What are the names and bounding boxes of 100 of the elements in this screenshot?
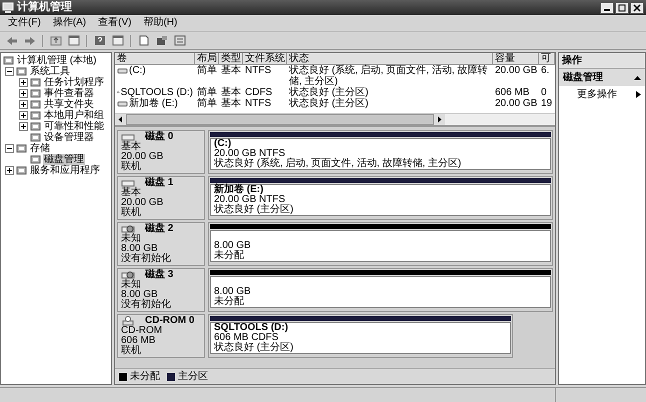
disk-size: 20.00 GB xyxy=(121,198,164,208)
help-button[interactable] xyxy=(92,34,107,48)
tree-item[interactable]: 系统工具 xyxy=(29,66,71,77)
table-cell: 基本 xyxy=(221,65,241,76)
column-header[interactable]: 可 xyxy=(539,53,555,64)
table-cell: 6. xyxy=(541,65,550,76)
table-cell: CDFS xyxy=(245,87,272,98)
disk-drive-icon xyxy=(121,132,135,142)
legend-label: 主分区 xyxy=(178,371,208,382)
disk-type: 基本 xyxy=(121,188,142,198)
disk-status: 联机 xyxy=(121,162,142,172)
maximize-button[interactable] xyxy=(615,2,629,14)
tree-item[interactable]: 存储 xyxy=(29,143,51,154)
partition-status: 状态良好 (主分区) xyxy=(214,205,294,215)
disk-name: 磁盘 3 xyxy=(145,270,174,280)
disk-type: CD-ROM xyxy=(121,326,164,336)
partition-label: 新加卷 (E:) xyxy=(214,185,264,195)
menu-item[interactable]: 文件(F) xyxy=(8,17,41,29)
table-cell: 简单 xyxy=(197,87,217,98)
partition-label: SQLTOOLS (D:) xyxy=(214,323,290,333)
disk-type: 基本 xyxy=(121,142,142,152)
submenu-arrow-icon xyxy=(636,91,641,98)
minimize-button[interactable] xyxy=(600,2,614,14)
expander-icon[interactable] xyxy=(19,100,28,109)
expander-icon[interactable] xyxy=(5,166,14,175)
table-cell: NTFS xyxy=(245,65,272,76)
up-level-button[interactable] xyxy=(48,34,63,48)
column-header[interactable]: 状态 xyxy=(287,53,493,64)
expander-icon[interactable] xyxy=(5,144,14,153)
tree-item[interactable]: 共享文件夹 xyxy=(43,99,95,110)
disk-drive-icon xyxy=(121,316,135,326)
column-header[interactable]: 卷 xyxy=(115,53,195,64)
panel-button[interactable] xyxy=(110,34,125,48)
disk-info-panel[interactable]: 磁盘 1 基本 20.00 GB 联机 xyxy=(117,176,205,220)
horizontal-scrollbar[interactable] xyxy=(115,113,555,125)
tree-item[interactable]: 可靠性和性能 xyxy=(43,121,105,132)
expander-icon[interactable] xyxy=(19,111,28,120)
close-icon xyxy=(633,4,641,12)
table-cell: 19 xyxy=(541,98,552,109)
disk-info-panel[interactable]: 磁盘 2 未知 8.00 GB 没有初始化 xyxy=(117,222,205,266)
disk-status: 联机 xyxy=(121,346,142,356)
table-cell: 基本 xyxy=(221,87,241,98)
disk-type: 未知 xyxy=(121,234,142,244)
tree-item[interactable]: 磁盘管理 xyxy=(43,154,85,165)
panel-button[interactable] xyxy=(66,34,81,48)
table-cell: 0 xyxy=(541,87,547,98)
tree-item[interactable]: 任务计划程序 xyxy=(43,77,105,88)
partition-detail: 8.00 GB xyxy=(214,241,252,251)
disk-status: 没有初始化 xyxy=(121,254,172,264)
partition-label: (C:) xyxy=(214,139,232,149)
computer-icon xyxy=(2,2,14,13)
table-cell: 20.00 GB xyxy=(495,98,538,109)
action-item[interactable]: 更多操作 xyxy=(559,86,645,103)
disk-drive-icon xyxy=(121,224,135,234)
menu-item[interactable]: 查看(V) xyxy=(98,17,132,29)
disk-name: CD-ROM 0 xyxy=(145,316,194,326)
tree-item[interactable]: 本地用户和组 xyxy=(43,110,105,121)
expander-icon[interactable] xyxy=(5,67,14,76)
menu-item[interactable]: 操作(A) xyxy=(52,17,86,29)
expander-icon[interactable] xyxy=(19,122,28,131)
close-button[interactable] xyxy=(630,2,644,14)
expander-icon[interactable] xyxy=(19,78,28,87)
table-cell: 20.00 GB xyxy=(495,65,538,76)
collapse-arrow-icon xyxy=(634,75,641,80)
disk-view-button[interactable] xyxy=(172,34,187,48)
disk-status: 联机 xyxy=(121,208,142,218)
minimize-icon xyxy=(604,9,610,11)
partition-detail: 20.00 GB NTFS xyxy=(214,195,286,205)
disk-info-panel[interactable]: 磁盘 0 基本 20.00 GB 联机 xyxy=(117,130,205,174)
scroll-right-icon[interactable] xyxy=(434,114,445,125)
tree-item[interactable]: 事件查看器 xyxy=(43,88,95,99)
partition-status: 未分配 xyxy=(214,297,245,307)
tree-item[interactable]: 计算机管理 (本地) xyxy=(16,55,98,66)
properties-button[interactable] xyxy=(154,34,169,48)
disk-size: 8.00 GB xyxy=(121,244,158,254)
disk-size: 606 MB xyxy=(121,336,156,346)
disk-name: 磁盘 0 xyxy=(145,132,174,142)
actions-section-header[interactable]: 磁盘管理 xyxy=(559,69,645,86)
disk-info-panel[interactable]: 磁盘 3 未知 8.00 GB 没有初始化 xyxy=(117,268,205,312)
table-cell-text: 状态良好 (系统, 启动, 页面文件, 活动, 故障转储, 主分区) xyxy=(289,65,488,87)
partition-status: 未分配 xyxy=(214,251,245,261)
disk-drive-icon xyxy=(121,178,135,188)
disk-drive-icon xyxy=(121,270,135,280)
scroll-left-icon[interactable] xyxy=(115,114,126,125)
tree-item[interactable]: 设备管理器 xyxy=(43,132,95,143)
disk-type: 未知 xyxy=(121,280,142,290)
table-cell: 新加卷 (E:) xyxy=(129,98,178,109)
expander-icon[interactable] xyxy=(19,89,28,98)
menu-item[interactable]: 帮助(H) xyxy=(143,17,178,29)
table-cell: 基本 xyxy=(221,98,241,109)
column-header[interactable]: 类型 xyxy=(219,53,243,64)
window-title: 计算机管理 xyxy=(17,2,73,13)
column-header[interactable]: 布局 xyxy=(195,53,219,64)
tree-item[interactable]: 服务和应用程序 xyxy=(29,165,101,176)
actions-header: 操作 xyxy=(559,53,645,69)
table-cell: 状态良好 (主分区) xyxy=(289,87,368,98)
disk-info-panel[interactable]: CD-ROM 0 CD-ROM 606 MB 联机 xyxy=(117,314,205,358)
disk-status: 没有初始化 xyxy=(121,300,172,310)
table-cell: 状态良好 (主分区) xyxy=(289,98,368,109)
partition-status: 状态良好 (系统, 启动, 页面文件, 活动, 故障转储, 主分区) xyxy=(214,159,462,169)
